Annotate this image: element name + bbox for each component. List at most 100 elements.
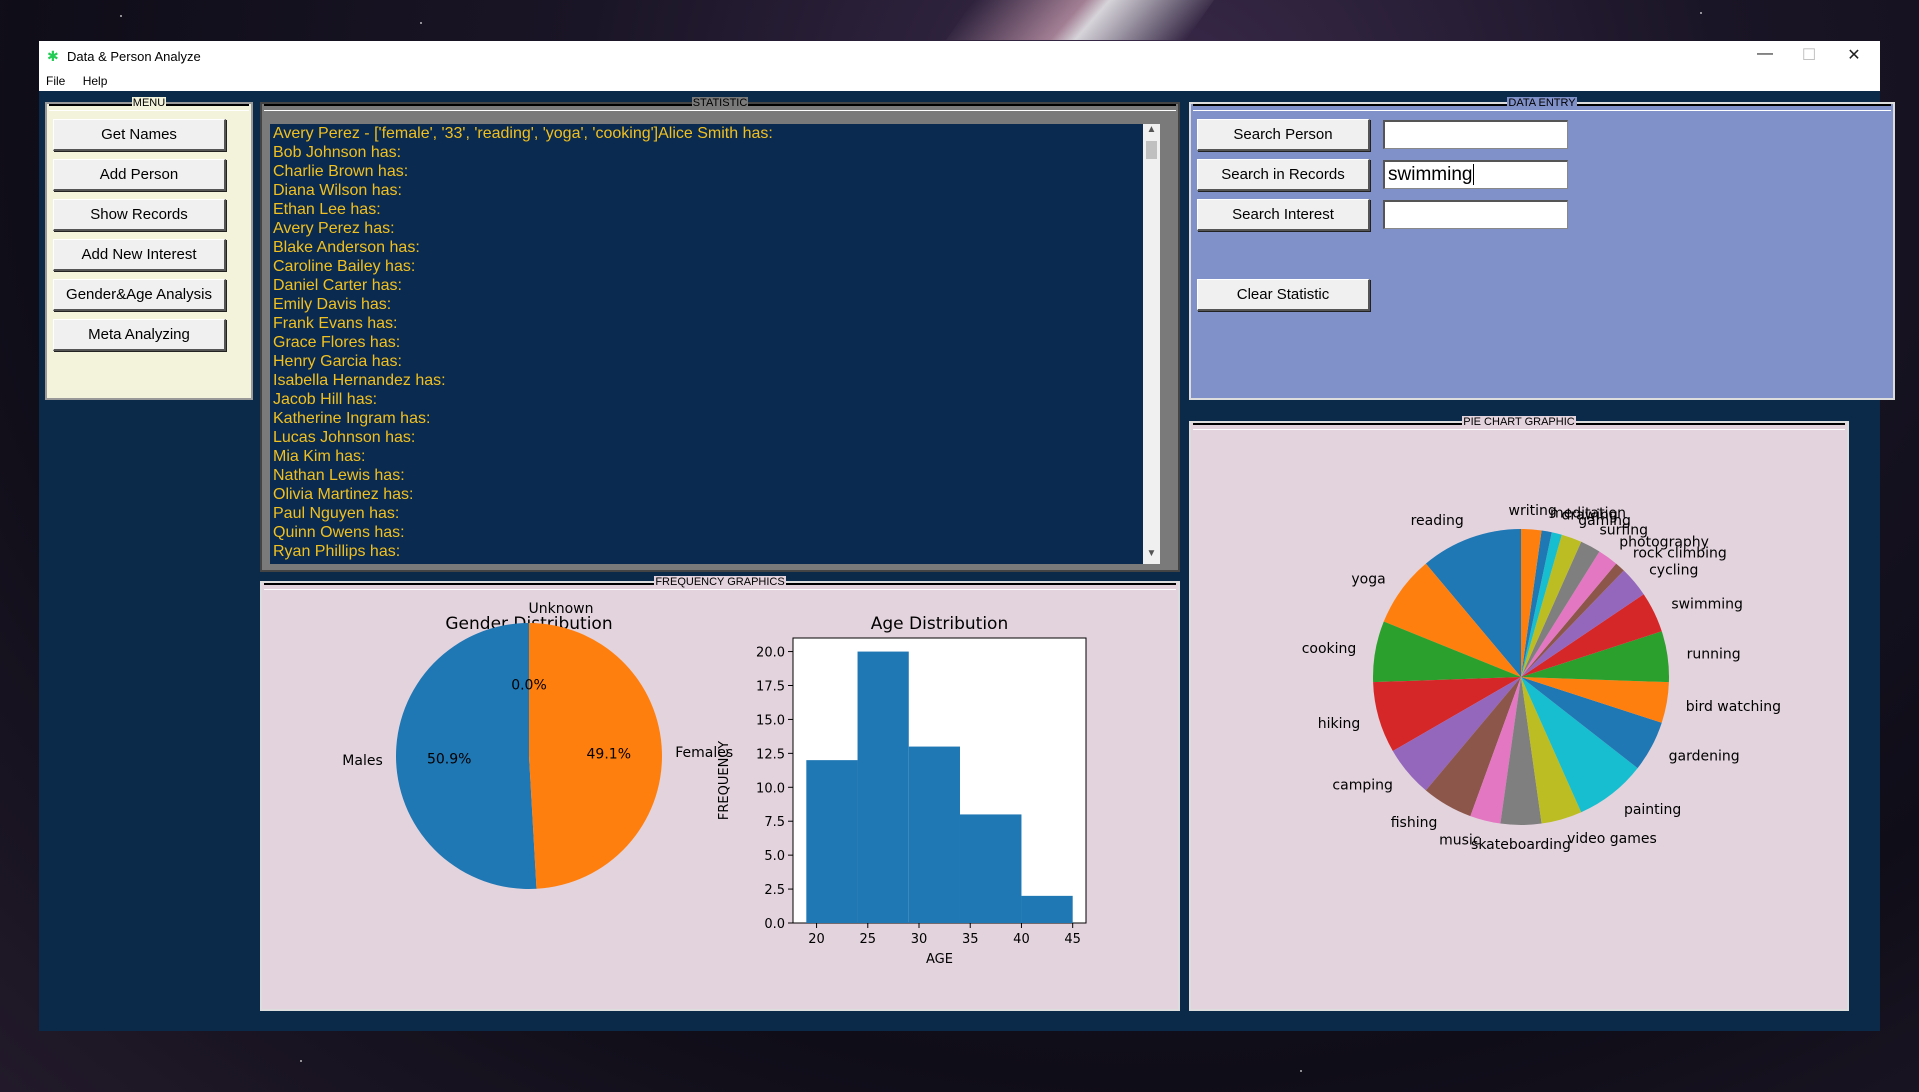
statistic-line: Bob Johnson has: xyxy=(273,144,402,161)
statistic-panel: STATISTIC Avery Perez - ['female', '33',… xyxy=(260,97,1180,572)
statistic-line: Grace Flores has: xyxy=(273,334,401,351)
interest-slice-label: video games xyxy=(1567,831,1657,847)
scroll-down-icon[interactable]: ▼ xyxy=(1143,548,1160,564)
gender-slice-percent: 49.1% xyxy=(587,747,631,763)
interest-slice-label: fishing xyxy=(1391,815,1438,831)
statistic-line: Mia Kim has: xyxy=(273,448,366,465)
gender-slice-label: Unknown xyxy=(529,601,594,617)
interest-slice-label: writing xyxy=(1509,503,1557,519)
background-star xyxy=(420,22,422,24)
statistic-line: Ethan Lee has: xyxy=(273,201,381,218)
background-star xyxy=(1300,1070,1302,1072)
statistic-line: Isabella Hernandez has: xyxy=(273,372,446,389)
x-tick-label: 30 xyxy=(911,932,928,947)
title-bar: ✱ Data & Person Analyze — ☐ ✕ xyxy=(39,41,1880,71)
interest-slice-label: bird watching xyxy=(1686,699,1781,715)
scroll-thumb[interactable] xyxy=(1146,141,1157,159)
search-person-button[interactable]: Search Person xyxy=(1197,119,1370,151)
x-tick-label: 35 xyxy=(962,932,979,947)
x-tick-label: 20 xyxy=(808,932,825,947)
y-tick-label: 20.0 xyxy=(756,646,785,661)
close-button[interactable]: ✕ xyxy=(1834,45,1874,65)
y-tick-label: 10.0 xyxy=(756,781,785,796)
x-tick-label: 40 xyxy=(1013,932,1030,947)
background-star xyxy=(120,15,122,17)
show-records-button[interactable]: Show Records xyxy=(53,199,226,231)
statistic-line: Katherine Ingram has: xyxy=(273,410,431,427)
x-tick-label: 45 xyxy=(1064,932,1081,947)
statistic-line: Charlie Brown has: xyxy=(273,163,409,180)
data-entry-panel: DATA ENTRY Search Person Search in Recor… xyxy=(1189,97,1895,400)
interest-slice-label: skateboarding xyxy=(1471,837,1571,853)
interest-slice-label: painting xyxy=(1624,802,1681,818)
statistic-textbox[interactable]: Avery Perez - ['female', '33', 'reading'… xyxy=(270,124,1160,564)
gender-slice-percent: 50.9% xyxy=(427,751,471,767)
statistic-line: Avery Perez has: xyxy=(273,220,395,237)
statistic-line: Quinn Owens has: xyxy=(273,524,405,541)
gender-slice-percent: 0.0% xyxy=(511,678,547,694)
y-tick-label: 7.5 xyxy=(764,815,785,830)
statistic-line: Henry Garcia has: xyxy=(273,353,402,370)
menu-help[interactable]: Help xyxy=(76,71,115,91)
statistic-line: Diana Wilson has: xyxy=(273,182,402,199)
age-bar xyxy=(1021,895,1073,923)
x-axis-label: AGE xyxy=(926,952,953,967)
statistic-legend: STATISTIC xyxy=(691,97,749,109)
get-names-button[interactable]: Get Names xyxy=(53,119,226,151)
add-person-button[interactable]: Add Person xyxy=(53,159,226,191)
age-chart-title: Age Distribution xyxy=(871,614,1008,634)
interests-pie-chart: readingyogacookinghikingcampingfishingmu… xyxy=(1302,503,1781,853)
background-streak xyxy=(945,0,1215,40)
maximize-button[interactable]: ☐ xyxy=(1789,45,1829,65)
age-bar xyxy=(908,746,960,923)
statistic-line: Emily Davis has: xyxy=(273,296,392,313)
interest-slice-label: swimming xyxy=(1671,597,1743,613)
menu-panel: MENU Get Names Add Person Show Records A… xyxy=(45,97,253,400)
gender-age-analysis-button[interactable]: Gender&Age Analysis xyxy=(53,279,226,311)
age-bar xyxy=(857,651,909,923)
interest-slice-label: camping xyxy=(1332,777,1392,793)
frequency-panel: FREQUENCY GRAPHICS Gender Distribution Ma… xyxy=(260,576,1180,1011)
y-tick-label: 15.0 xyxy=(756,713,785,728)
y-tick-label: 17.5 xyxy=(756,680,785,695)
add-new-interest-button[interactable]: Add New Interest xyxy=(53,239,226,271)
search-records-input[interactable]: swimming xyxy=(1383,160,1568,189)
statistic-line: Blake Anderson has: xyxy=(273,239,420,256)
menu-legend: MENU xyxy=(131,97,167,109)
background-star xyxy=(1700,12,1702,14)
minimize-button[interactable]: — xyxy=(1745,45,1785,63)
y-tick-label: 2.5 xyxy=(764,883,785,898)
statistic-line: Caroline Bailey has: xyxy=(273,258,416,275)
data-entry-legend: DATA ENTRY xyxy=(1507,97,1577,109)
search-person-input[interactable] xyxy=(1383,120,1568,149)
meta-analyzing-button[interactable]: Meta Analyzing xyxy=(53,319,226,351)
search-interest-button[interactable]: Search Interest xyxy=(1197,199,1370,231)
menu-bar: File Help xyxy=(39,71,1880,91)
scroll-up-icon[interactable]: ▲ xyxy=(1143,124,1160,140)
statistic-line: Olivia Martinez has: xyxy=(273,486,414,503)
statistic-line: Lucas Johnson has: xyxy=(273,429,416,446)
clear-statistic-button[interactable]: Clear Statistic xyxy=(1197,279,1370,311)
text-cursor xyxy=(1473,164,1475,185)
age-bar xyxy=(806,760,858,923)
search-interest-input[interactable] xyxy=(1383,200,1568,229)
y-tick-label: 5.0 xyxy=(764,849,785,864)
search-records-button[interactable]: Search in Records xyxy=(1197,159,1370,191)
menu-file[interactable]: File xyxy=(39,71,72,91)
interest-slice-label: cycling xyxy=(1649,563,1698,579)
x-tick-label: 25 xyxy=(860,932,877,947)
window-title: Data & Person Analyze xyxy=(67,49,201,64)
statistic-line: Ryan Phillips has: xyxy=(273,543,401,560)
background-star xyxy=(300,1060,302,1062)
statistic-line: Paul Nguyen has: xyxy=(273,505,400,522)
interest-slice-label: reading xyxy=(1411,513,1464,529)
age-bar xyxy=(959,814,1022,923)
statistic-line: Nathan Lewis has: xyxy=(273,467,405,484)
interest-slice-label: hiking xyxy=(1318,716,1361,732)
gender-slice-label: Males xyxy=(342,753,382,769)
y-tick-label: 0.0 xyxy=(764,917,785,932)
frequency-charts: Gender DistributionMales 50.9% Females49.1… xyxy=(342,601,1087,967)
statistic-scrollbar[interactable]: ▲ ▼ xyxy=(1143,124,1160,564)
interest-slice-label: running xyxy=(1687,647,1741,663)
app-icon: ✱ xyxy=(47,48,59,64)
